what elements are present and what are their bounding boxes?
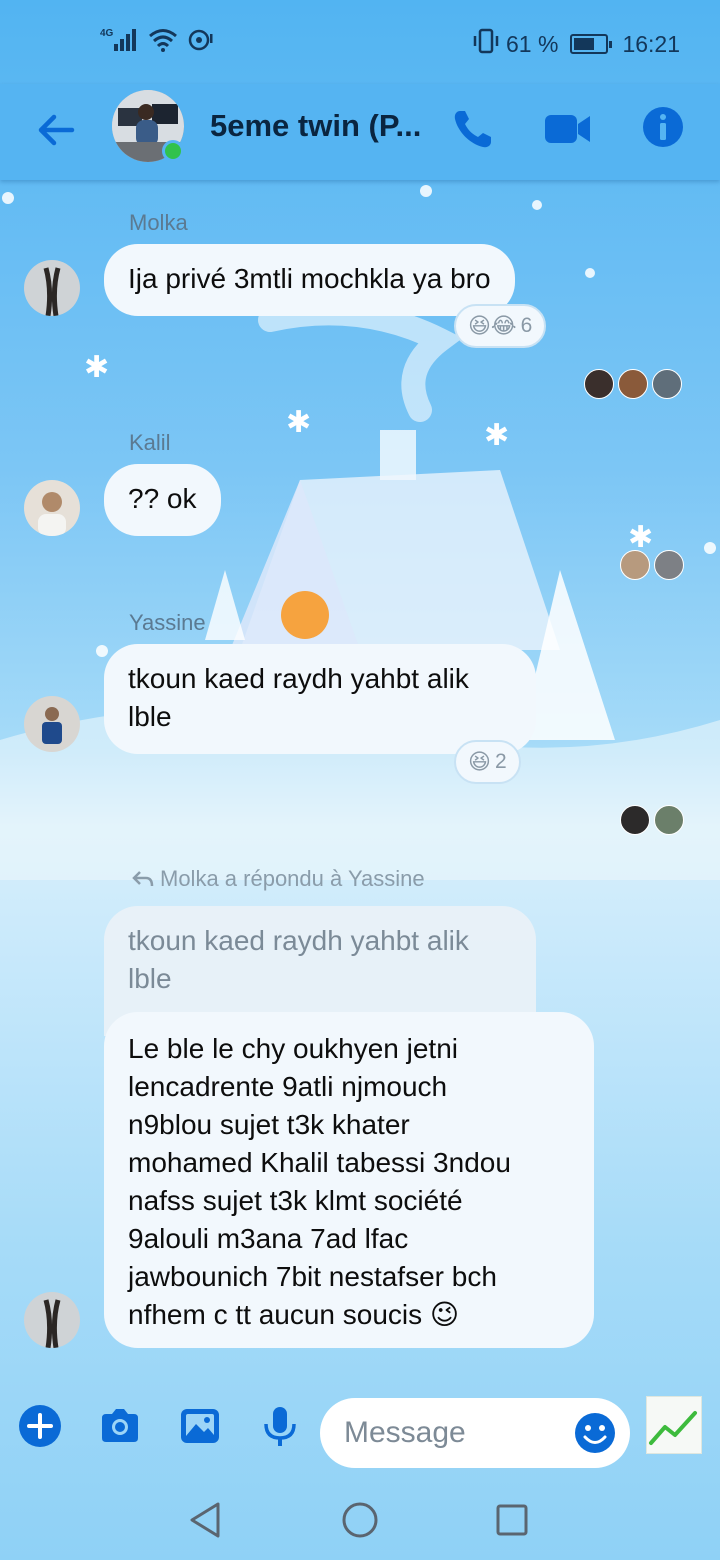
message-line: jawbounich 7bit nestafser bch [128, 1261, 497, 1292]
avatar[interactable] [24, 480, 80, 536]
status-bar: 4G 61 % 16:21 [0, 0, 720, 84]
snowflake-icon: ✱ [484, 419, 510, 452]
seen-avatars [584, 369, 682, 399]
gallery-button[interactable] [178, 1404, 222, 1448]
message-line: tkoun kaed raydh yahbt alik [128, 663, 469, 694]
reaction-count: 2 [494, 750, 507, 773]
message-bubble[interactable]: Le ble le chy oukhyen jetni lencadrente … [104, 1012, 594, 1348]
battery-percent: 61 % [506, 30, 559, 57]
message-input[interactable] [344, 1398, 564, 1468]
voice-message-button[interactable] [258, 1404, 302, 1448]
message-line: nfhem c tt aucun soucis 😉 [128, 1299, 460, 1330]
seen-avatar [584, 369, 614, 399]
seen-avatar [620, 550, 650, 580]
status-left: 4G [100, 26, 214, 57]
snow-dot [532, 200, 542, 210]
battery-fill [574, 38, 594, 50]
status-right: 61 % 16:21 [472, 28, 680, 60]
message-line: 9alouli m3ana 7ad lfac [128, 1223, 409, 1254]
conversation-title[interactable]: 5eme twin (P... [210, 108, 421, 144]
phone-icon [454, 111, 491, 148]
emoji-icon [575, 1413, 615, 1453]
video-camera-icon [545, 115, 590, 143]
snowflake-icon: ✱ [84, 351, 110, 384]
message-composer [0, 1380, 720, 1480]
message-line: Le ble le chy oukhyen jetni [128, 1033, 458, 1064]
message-line: n9blou sujet t3k khater [128, 1109, 410, 1140]
vibrate-icon [472, 28, 500, 60]
quoted-line: lble [128, 963, 172, 994]
system-nav-bar [0, 1480, 720, 1560]
snow-dot [2, 192, 14, 204]
message-field[interactable] [320, 1398, 630, 1468]
nav-back-button[interactable] [184, 1498, 228, 1542]
emoji-button[interactable] [574, 1412, 616, 1454]
snow-dot [420, 185, 432, 197]
conversation-header: 5eme twin (P... [0, 84, 720, 180]
home-circle-icon [342, 1502, 378, 1538]
seen-avatar [654, 805, 684, 835]
sender-name: Yassine [129, 610, 206, 635]
seen-avatars [620, 805, 684, 835]
message-bubble[interactable]: Ija privé 3mtli mochkla ya bro [104, 244, 515, 316]
back-button[interactable] [30, 104, 82, 156]
hotspot-icon [188, 28, 214, 57]
signal-icon: 4G [100, 26, 138, 57]
reaction-count: 6 [520, 314, 533, 337]
nav-recents-button[interactable] [490, 1498, 534, 1542]
back-triangle-icon [190, 1502, 220, 1538]
sticker-icon [649, 1411, 697, 1445]
snow-dot [585, 268, 595, 278]
nav-home-button[interactable] [338, 1498, 382, 1542]
camera-button[interactable] [98, 1404, 142, 1448]
back-arrow-icon [38, 114, 75, 146]
message-line: mohamed Khalil tabessi 3ndou [128, 1147, 511, 1178]
seen-avatars [620, 550, 684, 580]
recents-square-icon [496, 1504, 528, 1536]
call-button[interactable] [448, 104, 498, 154]
sender-name: Molka [129, 210, 188, 235]
online-status-dot [162, 140, 184, 162]
reactions-badge[interactable]: 😆😂 6 [454, 304, 547, 348]
seen-avatar [654, 550, 684, 580]
message-line: nafss sujet t3k klmt société [128, 1185, 463, 1216]
more-actions-button[interactable] [18, 1404, 62, 1448]
message-line: lble [128, 701, 172, 732]
seen-avatar [652, 369, 682, 399]
seen-avatar [618, 369, 648, 399]
seen-avatar [620, 805, 650, 835]
reply-note-text: Molka a répondu à Yassine [160, 866, 425, 891]
reaction-emojis: 😆 [468, 749, 491, 774]
microphone-icon [264, 1407, 296, 1446]
avatar[interactable] [24, 260, 80, 316]
message-line: lencadrente 9atli njmouch [128, 1071, 448, 1102]
reaction-emojis: 😆😂 [468, 313, 517, 338]
message-bubble[interactable]: tkoun kaed raydh yahbt alik lble [104, 644, 536, 754]
reply-indicator: Molka a répondu à Yassine [132, 866, 425, 892]
network-label: 4G [100, 28, 114, 39]
snow-dot [96, 645, 108, 657]
quoted-line: tkoun kaed raydh yahbt alik [128, 925, 469, 956]
sticker-button[interactable] [646, 1396, 702, 1454]
clock: 16:21 [622, 30, 680, 57]
camera-icon [102, 1409, 138, 1442]
wifi-icon [148, 28, 178, 57]
snow-dot [704, 542, 716, 554]
video-call-button[interactable] [542, 104, 592, 154]
reply-arrow-icon [132, 871, 154, 887]
avatar[interactable] [24, 696, 80, 752]
sender-name: Kalil [129, 430, 171, 455]
info-icon [643, 107, 683, 147]
reactions-badge[interactable]: 😆 2 [454, 740, 521, 784]
snowflake-icon: ✱ [286, 406, 312, 439]
message-bubble[interactable]: ?? ok [104, 464, 221, 536]
gallery-icon [181, 1409, 219, 1443]
avatar[interactable] [24, 1292, 80, 1348]
info-button[interactable] [640, 104, 690, 154]
battery-icon [570, 34, 613, 54]
plus-icon [19, 1405, 61, 1447]
